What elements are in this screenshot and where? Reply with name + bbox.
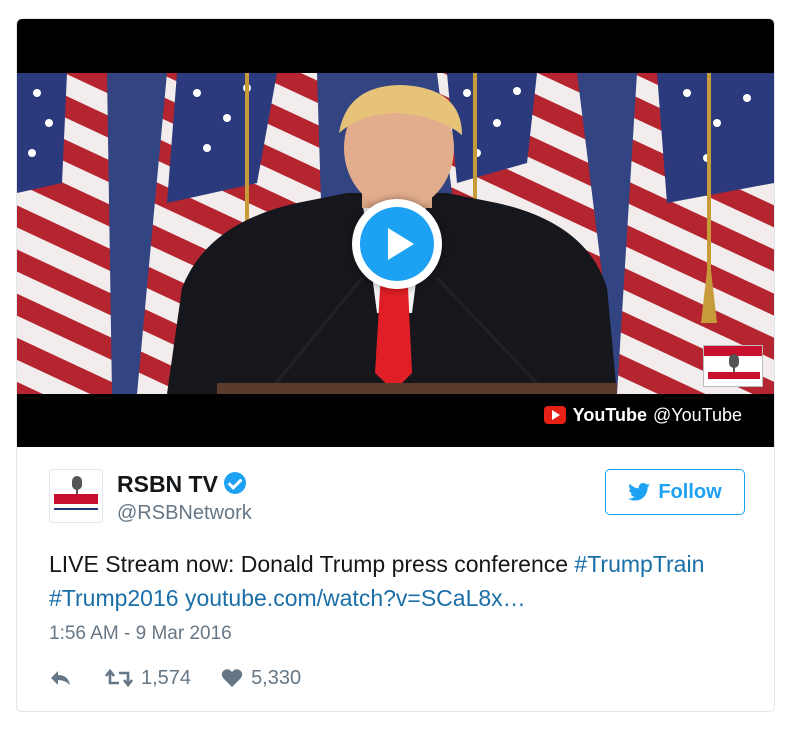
play-button[interactable] (352, 199, 442, 289)
display-name[interactable]: RSBN TV (117, 471, 218, 498)
reply-icon (51, 671, 70, 685)
like-count: 5,330 (251, 666, 302, 689)
video-embed[interactable]: YouTube @YouTube (17, 19, 774, 447)
play-icon (360, 207, 434, 281)
hashtag-link[interactable]: #Trump2016 (49, 585, 179, 611)
tweet-text: LIVE Stream now: Donald Trump press conf… (49, 547, 749, 615)
like-button[interactable]: 5,330 (221, 667, 301, 690)
embedded-tweet: YouTube @YouTube RSBN TV @RSBNetwork Fol… (16, 18, 775, 712)
url-link[interactable]: youtube.com/watch?v=SCaL8x… (185, 585, 526, 611)
tweet-timestamp[interactable]: 1:56 AM - 9 Mar 2016 (49, 623, 232, 645)
tweet-actions: 1,574 5,330 (49, 664, 301, 692)
retweet-button[interactable]: 1,574 (105, 667, 191, 690)
follow-button[interactable]: Follow (605, 469, 745, 515)
heart-icon (221, 669, 243, 687)
rsbn-live-logo (703, 345, 763, 387)
tweet-author: RSBN TV @RSBNetwork Follow (17, 447, 774, 537)
reply-button[interactable] (49, 668, 73, 688)
hashtag-link[interactable]: #TrumpTrain (574, 551, 704, 577)
youtube-handle[interactable]: @YouTube (653, 405, 742, 426)
follow-label: Follow (658, 480, 722, 503)
youtube-brand: YouTube (572, 404, 647, 425)
author-handle[interactable]: @RSBNetwork (117, 502, 252, 525)
retweet-count: 1,574 (141, 666, 192, 689)
verified-icon (223, 472, 246, 494)
author-names: RSBN TV @RSBNetwork (117, 471, 252, 525)
retweet-icon (105, 668, 133, 688)
twitter-bird-icon (628, 483, 651, 501)
youtube-attribution[interactable]: YouTube @YouTube (543, 403, 742, 427)
tweet-body: LIVE Stream now: Donald Trump press conf… (49, 551, 575, 577)
youtube-icon (543, 406, 566, 424)
avatar[interactable] (49, 469, 103, 523)
